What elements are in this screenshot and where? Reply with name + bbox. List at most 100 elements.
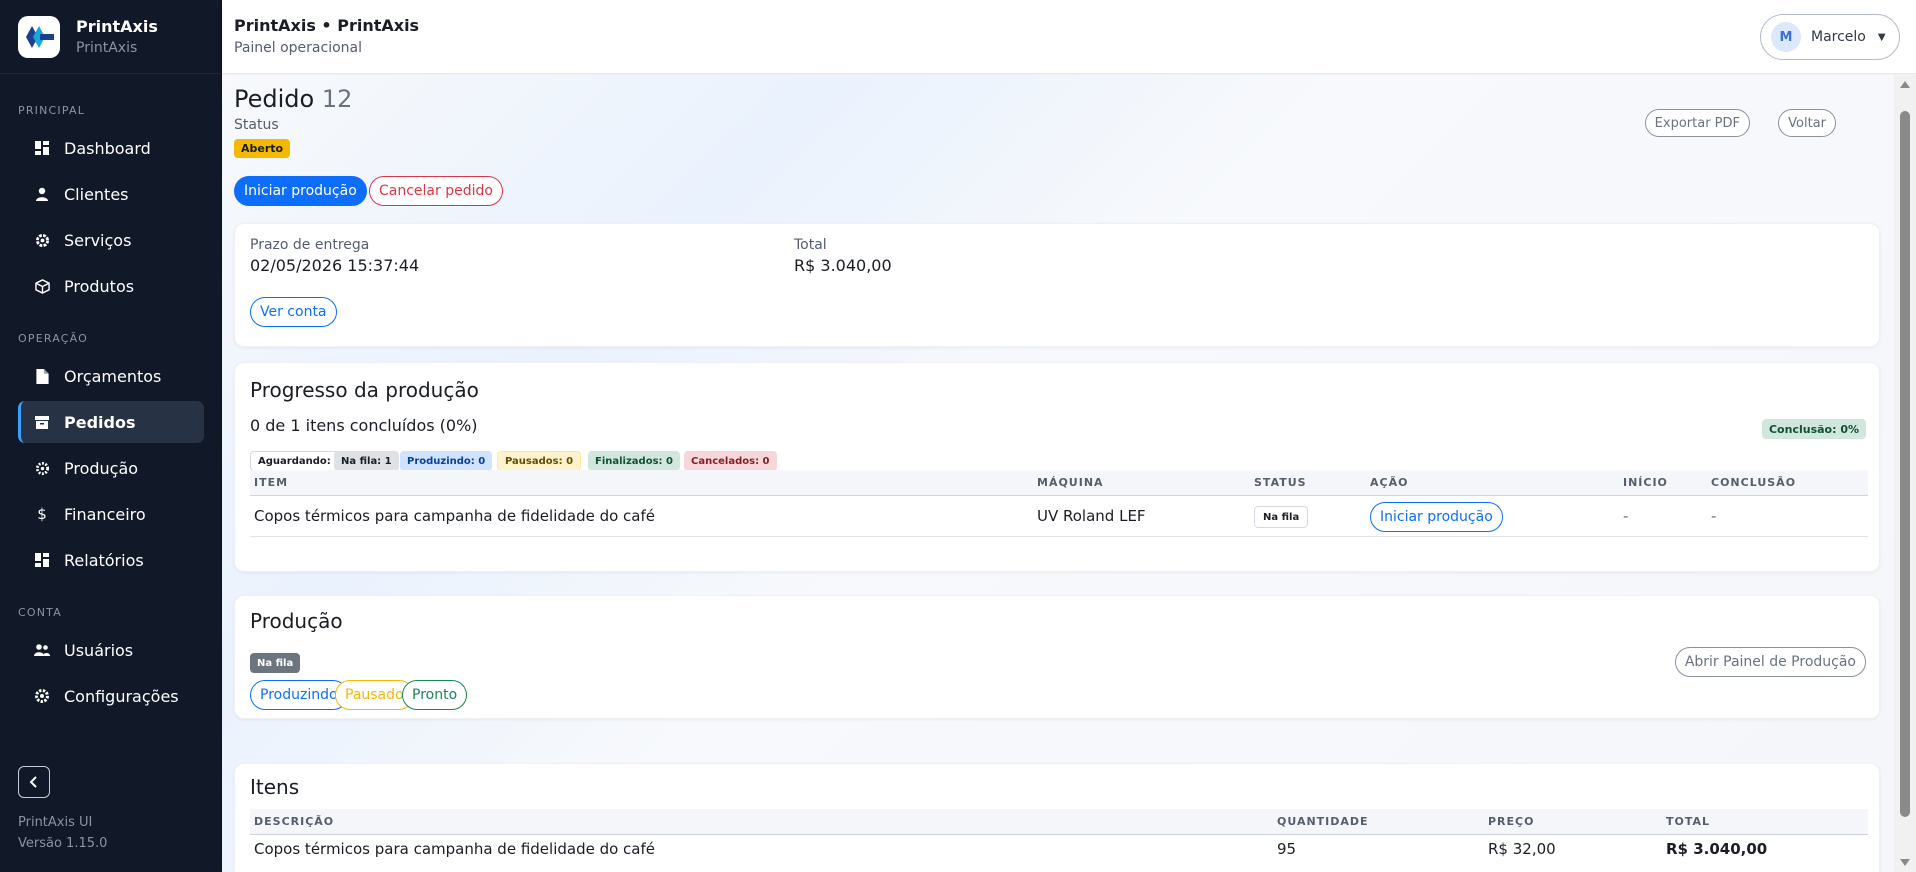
deadline-label: Prazo de entrega (250, 237, 370, 253)
section-operacao: OPERAÇÃO (18, 332, 89, 345)
row-end: - (1711, 507, 1717, 525)
sidebar-item-producao[interactable]: Produção (18, 447, 204, 489)
item-total: R$ 3.040,00 (1666, 840, 1768, 858)
production-status-badge: Na fila (250, 653, 301, 673)
col-total: TOTAL (1666, 815, 1711, 828)
order-number: 12 (321, 85, 353, 113)
items-table-header: DESCRIÇÃO QUANTIDADE PREÇO TOTAL (250, 809, 1868, 835)
status-badge: Aberto (234, 139, 291, 158)
dollar-icon: $ (37, 505, 47, 523)
sidebar-item-configuracoes[interactable]: Configurações (18, 675, 204, 717)
row-item: Copos térmicos para campanha de fidelida… (254, 507, 656, 525)
producing-button[interactable]: Produzindo (250, 680, 348, 710)
header-title: PrintAxis • PrintAxis (234, 16, 420, 35)
sidebar-item-pedidos[interactable]: Pedidos (18, 401, 204, 443)
ready-button[interactable]: Pronto (402, 680, 468, 710)
sidebar-item-label: Dashboard (64, 138, 151, 158)
export-pdf-button[interactable]: Exportar PDF (1644, 109, 1750, 137)
sidebar-item-label: Serviços (64, 230, 132, 250)
topbar: PrintAxis • PrintAxis Painel operacional… (222, 0, 1916, 74)
user-icon (34, 186, 50, 202)
footer-version: Versão 1.15.0 (18, 836, 108, 851)
item-quantity: 95 (1277, 840, 1297, 858)
open-production-panel-button[interactable]: Abrir Painel de Produção (1674, 647, 1866, 677)
sidebar-item-servicos[interactable]: Serviços (18, 219, 204, 261)
sidebar-item-label: Produtos (64, 276, 135, 296)
col-maquina: MÁQUINA (1037, 476, 1104, 489)
sidebar-item-label: Relatórios (64, 550, 144, 570)
main-scrollbar[interactable] (1894, 75, 1916, 872)
sidebar-item-usuarios[interactable]: Usuários (18, 629, 204, 671)
document-icon (34, 368, 50, 384)
users-icon (34, 642, 50, 658)
sidebar-item-label: Configurações (64, 686, 179, 706)
col-descricao: DESCRIÇÃO (254, 815, 335, 828)
progress-summary: 0 de 1 itens concluídos (0%) (250, 416, 478, 435)
chevron-down-icon: ▼ (1877, 31, 1886, 43)
sidebar-item-label: Pedidos (64, 412, 136, 432)
view-account-button[interactable]: Ver conta (250, 297, 337, 327)
footer-app-name: PrintAxis UI (18, 815, 93, 830)
chip-na-fila: Na fila: 1 (334, 451, 399, 471)
col-inicio: INÍCIO (1623, 476, 1668, 489)
col-preco: PREÇO (1488, 815, 1535, 828)
col-item: ITEM (254, 476, 289, 489)
sidebar-item-label: Clientes (64, 184, 129, 204)
deadline-value: 02/05/2026 15:37:44 (250, 256, 420, 275)
total-value: R$ 3.040,00 (794, 256, 892, 275)
progress-table-header: ITEM MÁQUINA STATUS AÇÃO INÍCIO CONCLUSÃ… (250, 470, 1868, 496)
user-name: Marcelo (1811, 29, 1866, 45)
sidebar-item-dashboard[interactable]: Dashboard (18, 127, 204, 169)
items-card: Itens DESCRIÇÃO QUANTIDADE PREÇO TOTAL C… (234, 763, 1880, 872)
sidebar-item-clientes[interactable]: Clientes (18, 173, 204, 215)
sidebar: PrintAxis PrintAxis PRINCIPAL Dashboard … (0, 0, 222, 872)
production-title: Produção (250, 609, 343, 633)
section-principal: PRINCIPAL (18, 104, 86, 117)
sidebar-item-label: Orçamentos (64, 366, 162, 386)
cancel-order-button[interactable]: Cancelar pedido (369, 176, 503, 206)
sidebar-item-produtos[interactable]: Produtos (18, 265, 204, 307)
status-label: Status (234, 117, 279, 133)
row-status-badge: Na fila (1254, 506, 1309, 528)
chevron-left-icon (29, 776, 37, 788)
report-icon (34, 552, 50, 568)
chip-cancelados: Cancelados: 0 (684, 451, 777, 471)
col-conclusao: CONCLUSÃO (1711, 476, 1797, 489)
start-production-button[interactable]: Iniciar produção (234, 176, 367, 206)
scrollbar-thumb[interactable] (1900, 111, 1910, 817)
sidebar-item-label: Financeiro (64, 504, 146, 524)
brand[interactable]: PrintAxis PrintAxis (0, 0, 221, 74)
chip-finalizados: Finalizados: 0 (588, 451, 680, 471)
avatar: M (1771, 22, 1801, 52)
progress-title: Progresso da produção (250, 378, 479, 402)
sidebar-item-orcamentos[interactable]: Orçamentos (18, 355, 204, 397)
item-description: Copos térmicos para campanha de fidelida… (254, 840, 656, 858)
scroll-up-arrow-icon[interactable] (1900, 81, 1910, 88)
main-content: Pedido 12 Status Aberto Exportar PDF Vol… (222, 75, 1894, 872)
sidebar-item-label: Usuários (64, 640, 134, 660)
row-start-production-button[interactable]: Iniciar produção (1370, 502, 1503, 532)
table-row: Copos térmicos para campanha de fidelida… (250, 497, 1868, 537)
chip-produzindo: Produzindo: 0 (400, 451, 493, 471)
production-progress-card: Progresso da produção 0 de 1 itens concl… (234, 362, 1880, 572)
scroll-down-arrow-icon[interactable] (1900, 859, 1910, 866)
dashboard-icon (34, 140, 50, 156)
table-row: Copos térmicos para campanha de fidelida… (250, 836, 1868, 872)
sidebar-item-relatorios[interactable]: Relatórios (18, 539, 204, 581)
archive-icon (34, 414, 50, 430)
sidebar-item-financeiro[interactable]: $ Financeiro (18, 493, 204, 535)
header-subtitle: Painel operacional (234, 40, 363, 56)
settings-icon (34, 688, 50, 704)
section-conta: CONTA (18, 606, 62, 619)
total-label: Total (794, 237, 827, 253)
order-summary-card: Prazo de entrega 02/05/2026 15:37:44 Tot… (234, 223, 1880, 347)
row-start: - (1623, 507, 1629, 525)
back-button[interactable]: Voltar (1778, 109, 1836, 137)
items-title: Itens (250, 775, 300, 799)
collapse-sidebar-button[interactable] (18, 766, 50, 798)
page-title: Pedido 12 (234, 85, 352, 113)
box-icon (34, 278, 50, 294)
col-status: STATUS (1254, 476, 1307, 489)
completion-badge: Conclusão: 0% (1761, 419, 1866, 439)
user-menu[interactable]: M Marcelo ▼ (1760, 14, 1900, 60)
